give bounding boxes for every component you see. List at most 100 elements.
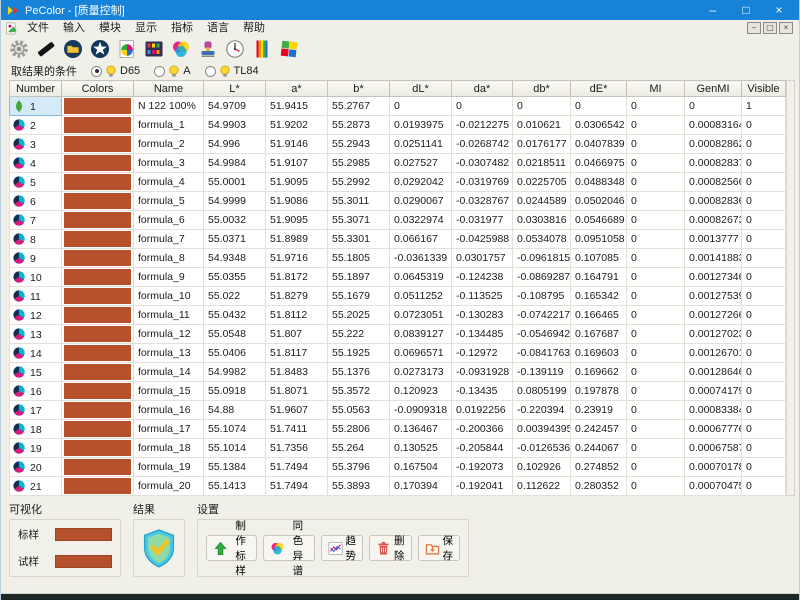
cell-genmi[interactable]: 0.00141883 — [685, 249, 742, 268]
table-row[interactable]: 15formula_1454.998251.848355.13760.02731… — [10, 363, 786, 382]
cell-genmi[interactable]: 0.000828626 — [685, 135, 742, 154]
cell-da[interactable]: -0.0425988 — [452, 230, 513, 249]
row-number-cell[interactable]: 18 — [10, 420, 62, 439]
cell-l[interactable]: 55.0432 — [204, 306, 266, 325]
cell-visible[interactable]: 0 — [742, 439, 786, 458]
cell-mi[interactable]: 0 — [627, 249, 685, 268]
column-header-genmi[interactable]: GenMI — [685, 81, 742, 97]
cell-dl[interactable]: 0.027527 — [390, 154, 452, 173]
cell-genmi[interactable]: 0.000741795 — [685, 382, 742, 401]
cell-a[interactable]: 51.9095 — [266, 173, 328, 192]
cell-genmi[interactable]: 0.000828367 — [685, 192, 742, 211]
cell-genmi[interactable]: 0.00126701 — [685, 344, 742, 363]
cell-visible[interactable]: 0 — [742, 116, 786, 135]
cell-da[interactable]: -0.0931928 — [452, 363, 513, 382]
cell-db[interactable]: 0 — [513, 97, 571, 116]
column-header-mi[interactable]: MI — [627, 81, 685, 97]
cell-name[interactable]: formula_18 — [134, 439, 204, 458]
table-row[interactable]: 6formula_554.999951.908655.30110.0290067… — [10, 192, 786, 211]
cell-genmi[interactable]: 0.000701788 — [685, 458, 742, 477]
cell-visible[interactable]: 0 — [742, 249, 786, 268]
cell-b[interactable]: 55.3011 — [328, 192, 390, 211]
row-number-cell[interactable]: 5 — [10, 173, 62, 192]
cell-visible[interactable]: 0 — [742, 287, 786, 306]
cell-de[interactable]: 0.0951058 — [571, 230, 627, 249]
vertical-scrollbar[interactable] — [786, 80, 795, 496]
cell-mi[interactable]: 0 — [627, 268, 685, 287]
cell-l[interactable]: 55.1074 — [204, 420, 266, 439]
cell-visible[interactable]: 0 — [742, 173, 786, 192]
cell-visible[interactable]: 0 — [742, 420, 786, 439]
cell-visible[interactable]: 0 — [742, 344, 786, 363]
cell-dl[interactable]: 0.0511252 — [390, 287, 452, 306]
cell-b[interactable]: 55.2025 — [328, 306, 390, 325]
cell-l[interactable]: 54.9709 — [204, 97, 266, 116]
cell-l[interactable]: 54.9982 — [204, 363, 266, 382]
menu-item-3[interactable]: 显示 — [128, 20, 164, 36]
cell-mi[interactable]: 0 — [627, 306, 685, 325]
cell-de[interactable]: 0.274852 — [571, 458, 627, 477]
cell-db[interactable]: 0.0218511 — [513, 154, 571, 173]
cell-de[interactable]: 0.165342 — [571, 287, 627, 306]
cell-name[interactable]: formula_1 — [134, 116, 204, 135]
cell-l[interactable]: 54.996 — [204, 135, 266, 154]
metamerism-button[interactable]: 同色异谱 — [263, 535, 314, 561]
row-number-cell[interactable]: 14 — [10, 344, 62, 363]
cell-name[interactable]: formula_2 — [134, 135, 204, 154]
illuminant-option-D65[interactable]: D65 — [91, 65, 140, 78]
color-swatch-cell[interactable] — [62, 420, 134, 439]
cell-genmi[interactable]: 0.000825661 — [685, 173, 742, 192]
cell-db[interactable]: 0.102926 — [513, 458, 571, 477]
cell-dl[interactable]: 0.170394 — [390, 477, 452, 496]
cell-dl[interactable]: 0 — [390, 97, 452, 116]
cell-name[interactable]: formula_15 — [134, 382, 204, 401]
cell-mi[interactable]: 0 — [627, 173, 685, 192]
row-number-cell[interactable]: 6 — [10, 192, 62, 211]
cell-l[interactable]: 55.0355 — [204, 268, 266, 287]
cell-dl[interactable]: 0.136467 — [390, 420, 452, 439]
cell-dl[interactable]: 0.120923 — [390, 382, 452, 401]
cell-mi[interactable]: 0 — [627, 192, 685, 211]
cell-da[interactable]: 0.0192256 — [452, 401, 513, 420]
illuminant-option-TL84[interactable]: TL84 — [205, 65, 259, 78]
cell-l[interactable]: 55.022 — [204, 287, 266, 306]
cell-db[interactable]: 0.010621 — [513, 116, 571, 135]
cell-db[interactable]: -0.108795 — [513, 287, 571, 306]
table-row[interactable]: 8formula_755.037151.898955.33010.066167-… — [10, 230, 786, 249]
cell-da[interactable]: -0.12972 — [452, 344, 513, 363]
cell-mi[interactable]: 0 — [627, 230, 685, 249]
delete-button[interactable]: 删除 — [369, 535, 412, 561]
cell-db[interactable]: 0.0225705 — [513, 173, 571, 192]
table-row[interactable]: 12formula_1155.043251.811255.20250.07230… — [10, 306, 786, 325]
cell-l[interactable]: 54.9999 — [204, 192, 266, 211]
cell-name[interactable]: formula_10 — [134, 287, 204, 306]
table-row[interactable]: 11formula_1055.02251.827955.16790.051125… — [10, 287, 786, 306]
cell-da[interactable]: -0.031977 — [452, 211, 513, 230]
cell-b[interactable]: 55.1897 — [328, 268, 390, 287]
cell-da[interactable]: -0.192073 — [452, 458, 513, 477]
cell-b[interactable]: 55.222 — [328, 325, 390, 344]
color-swatch-cell[interactable] — [62, 192, 134, 211]
cell-mi[interactable]: 0 — [627, 211, 685, 230]
cell-dl[interactable]: 0.0251141 — [390, 135, 452, 154]
cell-dl[interactable]: 0.0292042 — [390, 173, 452, 192]
cell-de[interactable]: 0.164791 — [571, 268, 627, 287]
cell-mi[interactable]: 0 — [627, 154, 685, 173]
color-swatch-cell[interactable] — [62, 477, 134, 496]
cell-a[interactable]: 51.9202 — [266, 116, 328, 135]
cell-genmi[interactable]: 0.000833843 — [685, 401, 742, 420]
cell-name[interactable]: formula_12 — [134, 325, 204, 344]
cell-l[interactable]: 55.1413 — [204, 477, 266, 496]
cell-l[interactable]: 54.9348 — [204, 249, 266, 268]
cell-name[interactable]: N 122 100% — [134, 97, 204, 116]
cell-db[interactable]: -0.0869287 — [513, 268, 571, 287]
cell-da[interactable]: 0.0301757 — [452, 249, 513, 268]
cell-a[interactable]: 51.9086 — [266, 192, 328, 211]
cell-de[interactable]: 0.0466975 — [571, 154, 627, 173]
color-swatch-cell[interactable] — [62, 116, 134, 135]
cell-mi[interactable]: 0 — [627, 477, 685, 496]
table-row[interactable]: 20formula_1955.138451.749455.37960.16750… — [10, 458, 786, 477]
cell-de[interactable]: 0.107085 — [571, 249, 627, 268]
column-header-name[interactable]: Name — [134, 81, 204, 97]
cell-l[interactable]: 55.0918 — [204, 382, 266, 401]
